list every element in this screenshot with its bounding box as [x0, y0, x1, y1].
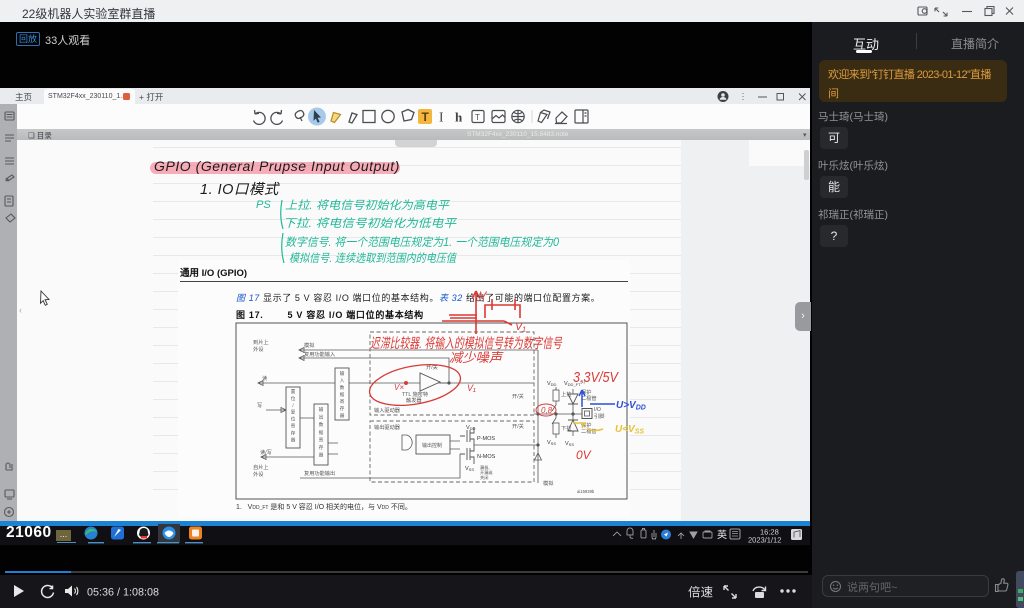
- svg-text:输出驱动器: 输出驱动器: [374, 423, 401, 431]
- svg-text:二极管: 二极管: [581, 394, 597, 402]
- svg-text:输入驱动器: 输入驱动器: [374, 406, 401, 414]
- svg-text:V₁: V₁: [467, 383, 476, 393]
- svg-text:0,8: 0,8: [541, 406, 553, 415]
- svg-text:h: h: [455, 110, 463, 125]
- svg-text:N-MOS: N-MOS: [477, 454, 496, 460]
- svg-text:开/关: 开/关: [512, 422, 524, 430]
- svg-text:下拉: 下拉: [561, 424, 571, 432]
- svg-text:上拉. 将电信号初始化为高电平: 上拉. 将电信号初始化为高电平: [285, 199, 451, 212]
- svg-text:I: I: [439, 110, 444, 125]
- svg-text:写: 写: [257, 402, 262, 409]
- svg-text:VSS: VSS: [565, 441, 574, 447]
- svg-text:VSS: VSS: [547, 440, 556, 446]
- svg-text:VDD: VDD: [547, 381, 557, 387]
- svg-text:外设: 外设: [253, 470, 263, 478]
- svg-text:TTL 施密特: TTL 施密特: [402, 390, 428, 398]
- svg-text:数字信号. 将一个范围电压规定为1. 一个范围电压规定为0: 数字信号. 将一个范围电压规定为1. 一个范围电压规定为0: [285, 236, 560, 249]
- svg-text:3.3V/5V: 3.3V/5V: [573, 369, 620, 386]
- svg-text:V: V: [479, 290, 488, 302]
- svg-text:ai15939b: ai15939b: [577, 489, 595, 494]
- svg-text:英: 英: [717, 528, 727, 541]
- svg-text:2023/1/12: 2023/1/12: [748, 536, 781, 545]
- svg-text:模拟: 模拟: [304, 341, 315, 349]
- svg-text:减少噪声: 减少噪声: [449, 350, 504, 365]
- svg-text:到片上: 到片上: [253, 338, 269, 346]
- svg-text:PS: PS: [256, 199, 271, 211]
- svg-text:自片上: 自片上: [253, 463, 269, 471]
- svg-text:关闭: 关闭: [480, 474, 488, 481]
- svg-text:T: T: [475, 113, 480, 122]
- svg-text:U>VDD: U>VDD: [616, 400, 646, 412]
- svg-text:上拉: 上拉: [561, 390, 571, 398]
- svg-text:T: T: [422, 110, 430, 124]
- svg-text:V×: V×: [394, 383, 404, 392]
- svg-text:VSS: VSS: [465, 466, 474, 472]
- svg-text:V₁: V₁: [515, 321, 526, 333]
- svg-text:置位/复位寄存器: 置位/复位寄存器: [291, 389, 296, 443]
- svg-text:读: 读: [262, 374, 267, 382]
- svg-text:VDD: VDD: [466, 425, 476, 431]
- svg-text:下拉. 将电信号初始化为低电平: 下拉. 将电信号初始化为低电平: [283, 217, 458, 230]
- svg-text:外设: 外设: [253, 345, 263, 353]
- svg-text:0V: 0V: [576, 448, 592, 462]
- svg-text:引脚: 引脚: [594, 412, 604, 420]
- svg-text:模拟信号. 连续选取到范围内的电压值: 模拟信号. 连续选取到范围内的电压值: [289, 252, 457, 265]
- svg-text:05:36 / 1:08:08: 05:36 / 1:08:08: [87, 586, 159, 598]
- svg-text:迟滞比较器. 将输入的模拟信号转为数字信号: 迟滞比较器. 将输入的模拟信号转为数字信号: [370, 335, 563, 351]
- svg-text:读/写: 读/写: [260, 448, 272, 456]
- svg-text:U<VSS: U<VSS: [615, 424, 644, 436]
- svg-text:开/关: 开/关: [512, 392, 524, 400]
- svg-text:模拟: 模拟: [543, 479, 554, 487]
- svg-text:倍速: 倍速: [688, 584, 714, 599]
- svg-text:复用功能输出: 复用功能输出: [304, 469, 335, 477]
- svg-text:P-MOS: P-MOS: [477, 436, 495, 442]
- svg-text:I/O: I/O: [594, 407, 601, 413]
- svg-text:复用功能输入: 复用功能输入: [304, 350, 335, 358]
- svg-text:输出控制: 输出控制: [422, 442, 442, 449]
